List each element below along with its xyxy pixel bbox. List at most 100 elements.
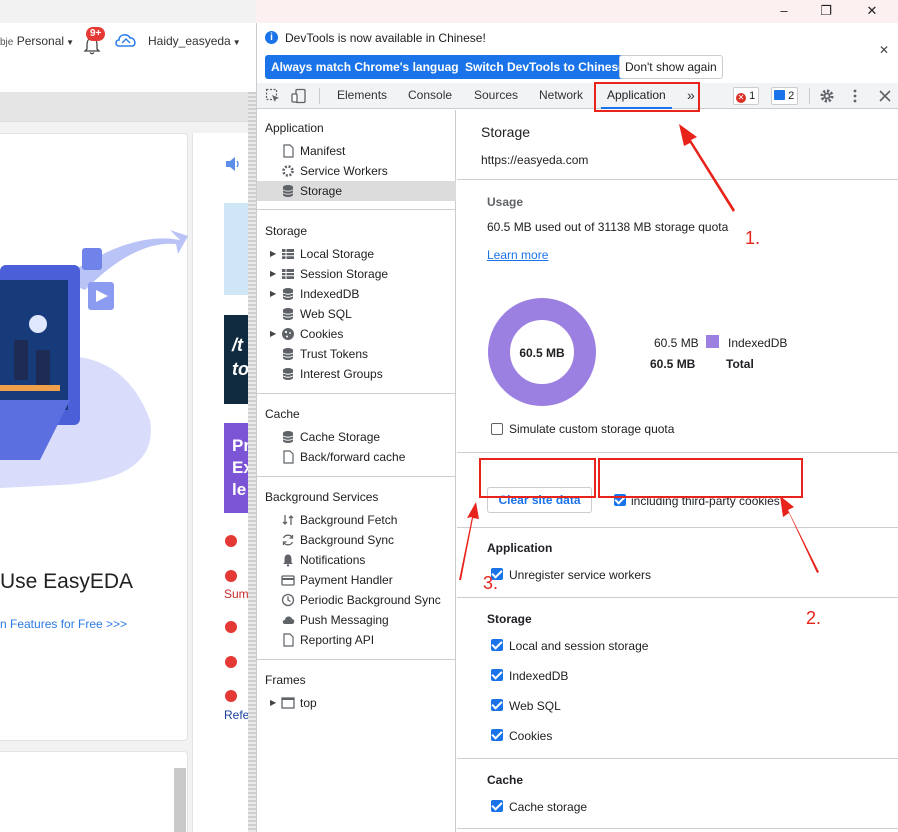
sidebar-divider xyxy=(257,659,456,660)
more-options-icon[interactable] xyxy=(847,88,863,104)
database-icon xyxy=(282,185,294,197)
bell-icon xyxy=(283,554,293,567)
sidebar-item-background-fetch[interactable]: Background Fetch xyxy=(257,510,456,530)
close-icon[interactable]: ✕ xyxy=(879,43,889,57)
third-party-cookies-checkbox[interactable] xyxy=(614,494,626,506)
legend-total-value: 60.5 MB xyxy=(650,357,696,371)
tab-console[interactable]: Console xyxy=(402,83,458,109)
section-divider xyxy=(457,527,898,528)
dont-show-button[interactable]: Don't show again xyxy=(619,55,723,79)
inspect-element-icon[interactable] xyxy=(265,88,281,104)
learn-more-link[interactable]: Learn more xyxy=(487,248,548,262)
devtools-panel: i DevTools is now available in Chinese! … xyxy=(256,23,898,832)
sidebar-item-cache-storage[interactable]: Cache Storage xyxy=(257,427,456,447)
sidebar-item-label: Session Storage xyxy=(300,267,389,281)
tab-application[interactable]: Application xyxy=(601,83,672,109)
error-count: 1 xyxy=(749,90,756,102)
local-session-checkbox[interactable] xyxy=(491,639,503,651)
application-heading: Application xyxy=(487,541,553,555)
sidebar-item-trust-tokens[interactable]: Trust Tokens xyxy=(257,344,456,364)
expand-arrow-icon[interactable]: ▶ xyxy=(270,264,276,284)
web-sql-checkbox[interactable] xyxy=(491,699,503,711)
database-icon xyxy=(282,308,294,320)
local-session-label: Local and session storage xyxy=(509,639,649,653)
expand-arrow-icon[interactable]: ▶ xyxy=(270,693,276,713)
cookies-checkbox[interactable] xyxy=(491,729,503,741)
maximize-button[interactable]: ❐ xyxy=(816,2,836,20)
fetch-arrows-icon xyxy=(282,515,294,525)
sidebar-item-reporting-api[interactable]: Reporting API xyxy=(257,630,456,650)
sidebar-item-label: IndexedDB xyxy=(300,287,360,301)
message-count: 2 xyxy=(788,90,795,102)
close-window-button[interactable]: ✕ xyxy=(862,2,882,20)
sidebar-item-background-sync[interactable]: Background Sync xyxy=(257,530,456,550)
minimize-button[interactable]: – xyxy=(774,2,794,20)
tab-network[interactable]: Network xyxy=(533,83,589,109)
sidebar-item-cookies[interactable]: ▶ Cookies xyxy=(257,324,456,344)
sidebar-item-label: Reporting API xyxy=(300,633,375,647)
tab-elements[interactable]: Elements xyxy=(331,83,393,109)
sidebar-item-indexeddb[interactable]: ▶ IndexedDB xyxy=(257,284,456,304)
infobar-message: DevTools is now available in Chinese! xyxy=(285,31,486,45)
expand-arrow-icon[interactable]: ▶ xyxy=(270,324,276,344)
close-devtools-icon[interactable] xyxy=(877,88,893,104)
features-link[interactable]: n Features for Free >>> xyxy=(0,617,127,631)
sidebar-item-interest-groups[interactable]: Interest Groups xyxy=(257,364,456,384)
sidebar-item-session-storage[interactable]: ▶ Session Storage xyxy=(257,264,456,284)
sidebar-item-bfcache[interactable]: Back/forward cache xyxy=(257,447,456,467)
cache-storage-checkbox[interactable] xyxy=(491,800,503,812)
sidebar-heading-storage: Storage xyxy=(265,224,308,238)
sidebar-item-frame-top[interactable]: ▶ top xyxy=(257,693,456,713)
sync-icon xyxy=(282,534,294,546)
database-icon xyxy=(282,348,294,360)
more-tabs-icon[interactable]: » xyxy=(681,83,701,109)
sidebar-item-push-messaging[interactable]: Push Messaging xyxy=(257,610,456,630)
unregister-sw-checkbox[interactable] xyxy=(491,568,503,580)
promo-banner-2[interactable]: /t to xyxy=(224,315,249,404)
frame-icon xyxy=(281,697,295,709)
origin-url: https://easyeda.com xyxy=(481,153,589,167)
clear-site-data-button[interactable]: Clear site data xyxy=(487,487,592,513)
page-divider xyxy=(248,92,256,832)
cookies-label: Cookies xyxy=(509,729,553,743)
sidebar-item-label: Storage xyxy=(300,184,343,198)
indexeddb-checkbox[interactable] xyxy=(491,669,503,681)
gear-icon[interactable] xyxy=(819,88,835,104)
sidebar-item-label: Manifest xyxy=(300,144,346,158)
cache-storage-label: Cache storage xyxy=(509,800,588,814)
sidebar-item-service-workers[interactable]: Service Workers xyxy=(257,161,456,181)
donut-label: 60.5 MB xyxy=(519,346,565,360)
sidebar-item-web-sql[interactable]: Web SQL xyxy=(257,304,456,324)
sidebar-item-storage[interactable]: Storage xyxy=(257,181,456,201)
cloud-icon[interactable] xyxy=(113,30,139,50)
news-item[interactable]: Refe xyxy=(224,708,249,722)
expand-arrow-icon[interactable]: ▶ xyxy=(270,244,276,264)
message-icon xyxy=(774,90,785,100)
device-toolbar-icon[interactable] xyxy=(291,88,307,104)
user-menu[interactable]: Haidy_easyeda ▼ xyxy=(148,34,241,48)
news-item[interactable]: Sum xyxy=(224,587,249,601)
database-icon xyxy=(282,368,294,380)
switch-language-button[interactable]: Switch DevTools to Chinese xyxy=(459,55,631,79)
workspace-label: Personal xyxy=(16,34,65,48)
errors-badge[interactable]: ✕ 1 xyxy=(733,87,760,105)
sidebar-item-notifications[interactable]: Notifications xyxy=(257,550,456,570)
card-scrollbar[interactable] xyxy=(174,768,186,832)
tab-sources[interactable]: Sources xyxy=(468,83,524,109)
sidebar-item-periodic-sync[interactable]: Periodic Background Sync xyxy=(257,590,456,610)
promo-banner-3[interactable]: Pr Ex le xyxy=(224,423,253,513)
sidebar-item-manifest[interactable]: Manifest xyxy=(257,141,456,161)
section-divider xyxy=(457,758,898,759)
sidebar-item-local-storage[interactable]: ▶ Local Storage xyxy=(257,244,456,264)
expand-arrow-icon[interactable]: ▶ xyxy=(270,284,276,304)
sidebar-item-label: Background Sync xyxy=(300,533,395,547)
workspace-selector[interactable]: bje Personal ▼ xyxy=(0,34,74,48)
messages-badge[interactable]: 2 xyxy=(771,87,799,105)
simulate-quota-checkbox[interactable] xyxy=(491,423,503,435)
caret-down-icon: ▼ xyxy=(66,38,74,47)
match-language-button[interactable]: Always match Chrome's language xyxy=(265,55,472,79)
web-sql-label: Web SQL xyxy=(509,699,561,713)
sidebar-item-payment-handler[interactable]: Payment Handler xyxy=(257,570,456,590)
sidebar-item-label: top xyxy=(300,696,317,710)
promo-banner-1[interactable] xyxy=(224,203,248,295)
